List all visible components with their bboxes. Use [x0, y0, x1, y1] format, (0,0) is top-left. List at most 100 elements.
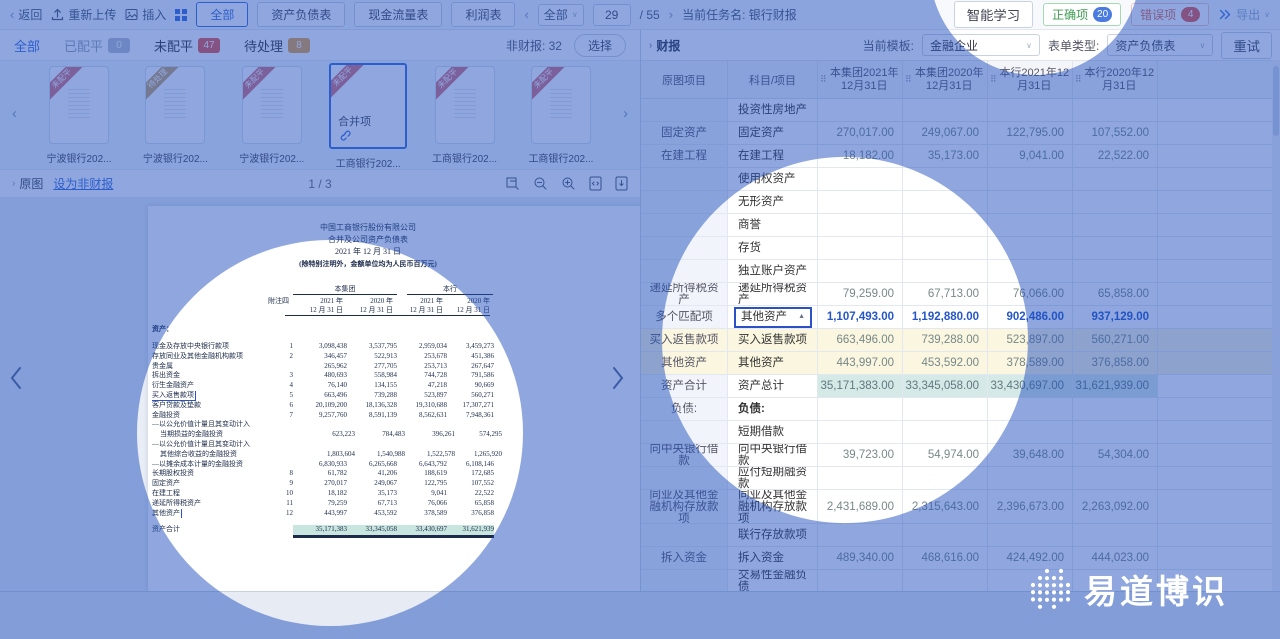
thumbnail-item[interactable]: 未配平工商银行202... [420, 61, 510, 165]
cell-value: 76,066.00 [988, 283, 1073, 306]
document-page[interactable]: 中国工商银行股份有限公司合并及公司资产负债表2021 年 12 月 31 日(除… [148, 206, 640, 592]
page-next-icon[interactable]: › [669, 7, 673, 22]
cell-subject[interactable]: 联行存放款项 [728, 524, 818, 547]
cell-subject[interactable]: 固定资产 [728, 122, 818, 145]
thumbnail-card[interactable]: 未配平 [49, 66, 109, 144]
doc-export-icon[interactable] [615, 176, 628, 191]
table-row[interactable]: 在建工程在建工程18,182.0035,173.009,041.0022,522… [641, 145, 1280, 168]
thumbnail-item[interactable]: 待处理宁波银行202... [130, 61, 220, 165]
thumbs-prev-icon[interactable]: ‹ [12, 105, 17, 122]
table-row[interactable]: 短期借款 [641, 421, 1280, 444]
error-items-button[interactable]: 错误项 4 [1131, 3, 1209, 26]
tab-已配平[interactable]: 已配平0 [64, 36, 130, 55]
vertical-scrollbar[interactable] [1272, 60, 1280, 591]
table-row[interactable]: 固定资产固定资产270,017.00249,067.00122,795.0010… [641, 122, 1280, 145]
template-select[interactable]: 金融企业 ∨ [922, 34, 1040, 56]
thumbnail-item[interactable]: 未配平工商银行202... [516, 61, 606, 165]
cell-subject[interactable]: 存货 [728, 237, 818, 260]
cell-subject[interactable]: 在建工程 [728, 145, 818, 168]
table-row[interactable]: 联行存放款项 [641, 524, 1280, 547]
filter-button-现金流量表[interactable]: 现金流量表 [354, 2, 442, 27]
thumbs-next-icon[interactable]: › [623, 105, 628, 122]
cell-subject[interactable]: 短期借款 [728, 421, 818, 444]
doc-note: 6 [273, 401, 293, 411]
doc-note: 10 [273, 489, 293, 499]
column-header[interactable]: ⠿本集团2020年12月31日 [903, 61, 988, 99]
table-row[interactable]: 负债:负债: [641, 398, 1280, 421]
export-button[interactable]: 导出 ∨ [1219, 6, 1270, 23]
subject-dropdown[interactable]: 其他资产▲ [734, 307, 812, 328]
thumbnail-card[interactable]: 未配平合并项 [329, 63, 407, 149]
tab-全部[interactable]: 全部 [14, 36, 40, 55]
cell-subject[interactable]: 投资性房地产 [728, 99, 818, 122]
back-button[interactable]: ‹ 返回 [10, 6, 42, 23]
filter-button-全部[interactable]: 全部 [196, 2, 248, 27]
form-type-select[interactable]: 资产负债表 ∨ [1107, 34, 1213, 56]
cell-subject[interactable]: 其他资产▲ [728, 306, 818, 329]
tab-未配平[interactable]: 未配平47 [154, 36, 220, 55]
cell-subject[interactable]: 应付短期融资款 [728, 467, 818, 490]
table-row[interactable]: 同业及其他金融机构存放款项同业及其他金融机构存放款项2,431,689.002,… [641, 490, 1280, 524]
table-row[interactable]: 商誉 [641, 214, 1280, 237]
cell-subject[interactable]: 资产总计 [728, 375, 818, 398]
table-row[interactable]: 投资性房地产 [641, 99, 1280, 122]
column-header[interactable]: ⠿本集团2021年12月31日 [818, 61, 903, 99]
table-row[interactable]: 多个匹配项其他资产▲1,107,493.001,192,880.00902,48… [641, 306, 1280, 329]
zoom-out-icon[interactable] [533, 176, 548, 191]
correct-items-button[interactable]: 正确项 20 [1043, 3, 1121, 26]
thumbnail-card[interactable]: 待处理 [145, 66, 205, 144]
cell-subject[interactable]: 负债: [728, 398, 818, 421]
column-header[interactable]: ⠿本行2021年12月31日 [988, 61, 1073, 99]
table-row[interactable]: 其他资产其他资产443,997.00453,592.00378,589.0037… [641, 352, 1280, 375]
table-row[interactable]: 存货 [641, 237, 1280, 260]
insert-button[interactable]: 插入 [125, 6, 166, 23]
cell-subject[interactable]: 递延所得税资产 [728, 283, 818, 306]
page-prev-icon[interactable]: ‹ [524, 7, 528, 22]
select-button[interactable]: 选择 [574, 34, 626, 57]
cell-subject[interactable]: 向中央银行借款 [728, 444, 818, 467]
page-scope-select[interactable]: 全部 ∨ [538, 4, 584, 26]
cell-subject[interactable]: 无形资产 [728, 191, 818, 214]
smart-learning-button[interactable]: 智能学习 [954, 1, 1033, 28]
reupload-button[interactable]: 重新上传 [51, 6, 116, 23]
table-row[interactable]: 无形资产 [641, 191, 1280, 214]
set-non-financial-link[interactable]: 设为非财报 [53, 175, 113, 192]
thumbnail-item[interactable]: 未配平宁波银行202... [227, 61, 317, 165]
cell-subject[interactable]: 使用权资产 [728, 168, 818, 191]
collapse-icon[interactable]: › [12, 178, 15, 189]
retry-button[interactable]: 重试 [1221, 32, 1272, 59]
grid-view-icon[interactable] [175, 9, 187, 21]
table-row[interactable]: 独立账户资产 [641, 260, 1280, 283]
collapse-icon[interactable]: › [649, 40, 652, 51]
cell-subject[interactable]: 交易性金融负债 [728, 570, 818, 591]
cell-subject[interactable]: 买入返售款项 [728, 329, 818, 352]
table-row[interactable]: 递延所得税资产递延所得税资产79,259.0067,713.0076,066.0… [641, 283, 1280, 306]
crop-icon[interactable] [505, 176, 520, 191]
column-header[interactable]: ⠿本行2020年12月31日 [1073, 61, 1158, 99]
cell-subject[interactable]: 其他资产 [728, 352, 818, 375]
table-row[interactable]: 买入返售款项买入返售款项663,496.00739,288.00523,897.… [641, 329, 1280, 352]
tab-待处理[interactable]: 待处理8 [244, 36, 310, 55]
doc-code-icon[interactable] [589, 176, 602, 191]
doc-value: 76,066 [397, 499, 447, 509]
form-type-label: 表单类型: [1048, 37, 1099, 54]
zoom-in-icon[interactable] [561, 176, 576, 191]
filter-button-利润表[interactable]: 利润表 [451, 2, 515, 27]
cell-subject[interactable]: 独立账户资产 [728, 260, 818, 283]
thumbnail-item[interactable]: 未配平宁波银行202... [34, 61, 124, 165]
viewer-next-icon[interactable] [610, 365, 626, 391]
cell-subject[interactable]: 拆入资金 [728, 547, 818, 570]
cell-subject[interactable]: 商誉 [728, 214, 818, 237]
page-number-input[interactable]: 29 [593, 4, 631, 26]
thumbnail-card[interactable]: 未配平 [242, 66, 302, 144]
cell-subject[interactable]: 同业及其他金融机构存放款项 [728, 490, 818, 524]
thumbnail-card[interactable]: 未配平 [531, 66, 591, 144]
thumbnail-card[interactable]: 未配平 [435, 66, 495, 144]
table-row[interactable]: 资产合计资产总计35,171,383.0033,345,058.0033,430… [641, 375, 1280, 398]
viewer-prev-icon[interactable] [8, 365, 24, 391]
thumbnail-item[interactable]: 未配平合并项工商银行202... [323, 61, 413, 170]
filter-button-资产负债表[interactable]: 资产负债表 [257, 2, 345, 27]
table-row[interactable]: 向中央银行借款向中央银行借款39,723.0054,974.0039,648.0… [641, 444, 1280, 467]
table-row[interactable]: 使用权资产 [641, 168, 1280, 191]
table-row[interactable]: 应付短期融资款 [641, 467, 1280, 490]
